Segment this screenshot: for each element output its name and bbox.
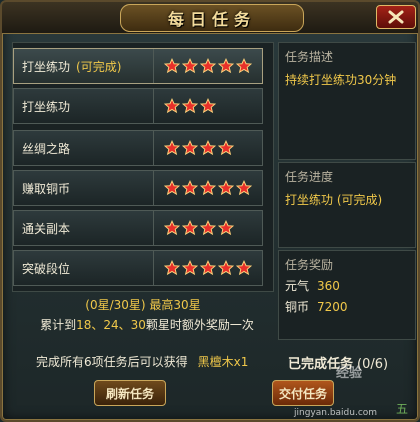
rewards-panel: 任务奖励 元气 360 铜币 7200 [278,250,416,340]
watermark-url: jingyan.baidu.com [294,408,378,418]
bonus-prefix: 累计到 [40,318,77,332]
star-icon [218,260,234,276]
task-name-cell: 丝绸之路 [14,131,154,165]
star-icon [200,220,216,236]
reward-value: 360 [317,279,340,293]
star-icon [200,140,216,156]
star-icon [164,98,180,114]
description-heading: 任务描述 [285,50,334,64]
task-name-cell: 突破段位 [14,251,154,285]
all-complete-item: 黑檀木x1 [197,355,249,369]
task-row[interactable]: 通关副本 [13,210,263,246]
progress-panel: 任务进度 打坐练功 (可完成) [278,162,416,248]
reward-item: 铜币 7200 [279,294,415,315]
task-name-cell: 通关副本 [14,211,154,245]
task-name: 突破段位 [22,261,71,276]
all-complete-text: 完成所有6项任务后可以获得 [36,355,188,369]
star-summary: (0星/30星) 最高30星 [85,298,201,312]
task-name: 打坐练功 [22,99,71,114]
star-icon [200,180,216,196]
star-icon [182,180,198,196]
star-icon [236,58,252,74]
rewards-heading: 任务奖励 [285,258,334,272]
star-icon [236,180,252,196]
star-icon [164,58,180,74]
all-complete-note: 完成所有6项任务后可以获得 黑檀木x1 [36,353,248,370]
star-icon [164,180,180,196]
star-icon [218,140,234,156]
task-row[interactable]: 赚取铜币 [13,170,263,206]
description-panel: 任务描述 持续打坐练功30分钟 [278,42,416,160]
bonus-suffix: 颗星时额外奖励一次 [145,318,254,332]
star-icon [164,220,180,236]
reward-value: 7200 [317,300,348,314]
reward-label: 铜币 [285,300,310,314]
star-icon [182,140,198,156]
star-icon [164,260,180,276]
star-icon [218,180,234,196]
star-icon [236,260,252,276]
task-name: 打坐练功 [22,59,71,74]
description-text: 持续打坐练功30分钟 [285,73,397,87]
progress-status: (可完成) [336,193,383,207]
star-icon [182,260,198,276]
close-x-icon [388,10,404,24]
task-stars [154,211,262,245]
reward-item: 元气 360 [279,273,415,294]
watermark-text: 经验 [336,366,363,381]
daily-task-window: 每日任务 打坐练功 (可完成) 打坐练功 丝绸之路 赚取铜币 通关副本 突破段位 任务描述 … [0,0,420,422]
bonus-line: 累计到18、24、30颗星时额外奖励一次 [16,316,278,333]
progress-line: 打坐练功 (可完成) [279,185,415,208]
corner-text: 五 [396,402,409,416]
star-icon [218,58,234,74]
task-row[interactable]: 打坐练功 [13,88,263,124]
task-stars [154,251,262,285]
star-icon [200,260,216,276]
task-name: 赚取铜币 [22,181,71,196]
task-name: 通关副本 [22,221,71,236]
title-bar: 每日任务 [2,2,418,34]
star-icon [182,58,198,74]
reward-label: 元气 [285,279,310,293]
task-name-cell: 打坐练功 [14,89,154,123]
star-icon [200,98,216,114]
task-name: 丝绸之路 [22,141,71,156]
task-stars [154,49,262,83]
refresh-tasks-button[interactable]: 刷新任务 [94,380,166,406]
star-icon [182,98,198,114]
task-status: (可完成) [76,59,122,74]
submit-task-button[interactable]: 交付任务 [272,380,334,406]
task-stars [154,89,262,123]
task-row[interactable]: 丝绸之路 [13,130,263,166]
star-icon [164,140,180,156]
task-name-cell: 赚取铜币 [14,171,154,205]
title-plate: 每日任务 [120,4,304,32]
progress-heading: 任务进度 [285,170,334,184]
progress-task: 打坐练功 [285,193,334,207]
star-icon [200,58,216,74]
star-icon [182,220,198,236]
close-button[interactable] [376,5,416,29]
task-stars [154,171,262,205]
window-title: 每日任务 [167,10,256,29]
star-icon [218,220,234,236]
task-name-cell: 打坐练功 (可完成) [14,49,154,83]
bonus-values: 18、24、30 [76,318,146,332]
task-stars [154,131,262,165]
task-row[interactable]: 突破段位 [13,250,263,286]
task-row[interactable]: 打坐练功 (可完成) [13,48,263,84]
